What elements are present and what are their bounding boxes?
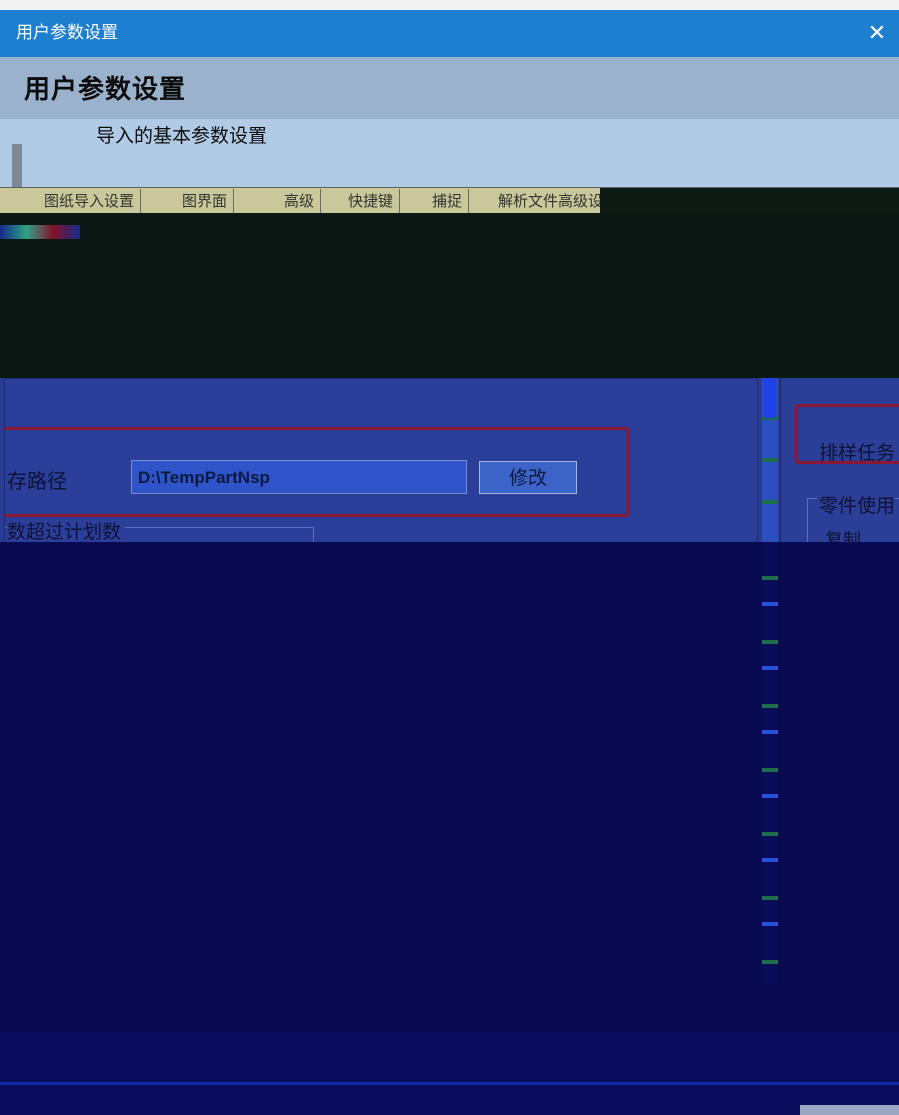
page-subtitle: 导入的基本参数设置 bbox=[96, 125, 268, 147]
title-bar: 用户参数设置 ✕ bbox=[0, 10, 899, 57]
part-usage-label: 零件使用 bbox=[817, 491, 896, 518]
tab-shortcut[interactable]: 快捷键 bbox=[342, 189, 401, 213]
render-artifact bbox=[600, 188, 899, 214]
tab-import[interactable]: 图纸导入设置 bbox=[38, 189, 142, 213]
save-path-label: 存路径 bbox=[7, 469, 67, 493]
render-artifact bbox=[0, 225, 80, 239]
scroll-thumb[interactable] bbox=[764, 378, 776, 418]
exceed-plan-label: 数超过计划数 bbox=[7, 517, 126, 544]
save-path-field[interactable]: D:\TempPartNsp bbox=[131, 460, 467, 494]
render-artifact-overlay bbox=[0, 1032, 899, 1115]
render-artifact bbox=[800, 1105, 899, 1115]
modify-button[interactable]: 修改 bbox=[479, 461, 577, 494]
divider bbox=[0, 1082, 899, 1085]
window-title: 用户参数设置 bbox=[16, 23, 118, 43]
nest-task-label: 排样任务 bbox=[819, 442, 896, 464]
tab-advanced[interactable]: 高级 bbox=[278, 189, 322, 213]
subtitle-band: 导入的基本参数设置 bbox=[0, 119, 899, 187]
header-band: 用户参数设置 bbox=[0, 57, 899, 119]
tab-interface[interactable]: 图界面 bbox=[176, 189, 235, 213]
top-edge bbox=[0, 0, 899, 10]
left-divider bbox=[12, 144, 22, 187]
close-icon[interactable]: ✕ bbox=[855, 10, 899, 57]
page-title: 用户参数设置 bbox=[24, 75, 187, 105]
render-artifact-band bbox=[0, 213, 899, 399]
tab-strip: 图纸导入设置 图界面 高级 快捷键 捕捉 解析文件高级设置 bbox=[0, 187, 899, 214]
tab-snap[interactable]: 捕捉 bbox=[426, 189, 470, 213]
scrollbar-artifact bbox=[762, 542, 778, 983]
